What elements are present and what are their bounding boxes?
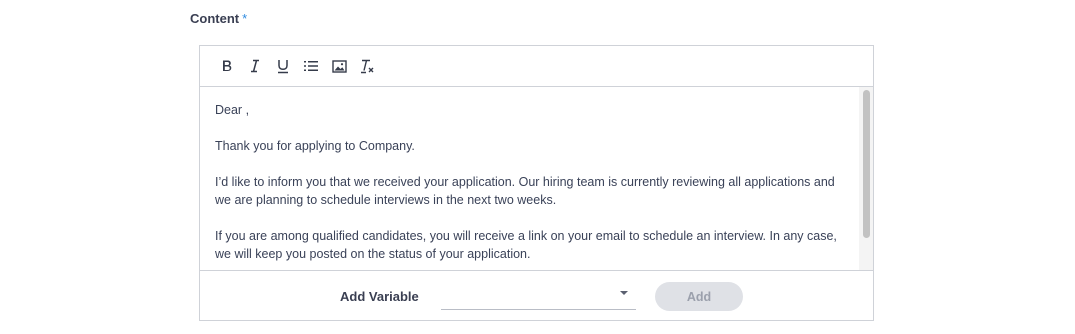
underline-icon: [278, 59, 288, 73]
italic-button[interactable]: [241, 54, 269, 78]
paragraph: Thank you for applying to Company.: [215, 139, 415, 153]
editor-text[interactable]: Dear , Thank you for applying to Company…: [215, 101, 845, 270]
bulleted-list-icon: [304, 61, 318, 71]
required-marker: *: [242, 11, 248, 26]
variable-select[interactable]: [441, 282, 636, 310]
bold-icon: [223, 60, 232, 71]
editor-toolbar: [200, 46, 873, 87]
bulleted-list-button[interactable]: [297, 54, 325, 78]
editor-scrollbar[interactable]: [859, 87, 873, 270]
scrollbar-thumb[interactable]: [863, 90, 870, 238]
content-field-label: Content *: [190, 11, 247, 26]
clear-formatting-icon: [361, 59, 374, 73]
content-label-text: Content: [190, 11, 240, 26]
italic-icon: [251, 59, 259, 73]
add-variable-label: Add Variable: [340, 289, 419, 304]
paragraph: I’d like to inform you that we received …: [215, 175, 835, 207]
bold-button[interactable]: [213, 54, 241, 78]
add-variable-row: Add Variable Add: [200, 272, 873, 320]
insert-image-button[interactable]: [325, 54, 353, 78]
image-icon: [331, 59, 347, 73]
rich-text-editor: Dear , Thank you for applying to Company…: [199, 45, 874, 321]
add-variable-button[interactable]: Add: [655, 282, 743, 311]
clear-formatting-button[interactable]: [353, 54, 381, 78]
caret-down-icon: [620, 291, 628, 295]
editor-content-area[interactable]: Dear , Thank you for applying to Company…: [200, 87, 873, 271]
paragraph: Dear ,: [215, 103, 250, 117]
paragraph: If you are among qualified candidates, y…: [215, 229, 837, 261]
underline-button[interactable]: [269, 54, 297, 78]
